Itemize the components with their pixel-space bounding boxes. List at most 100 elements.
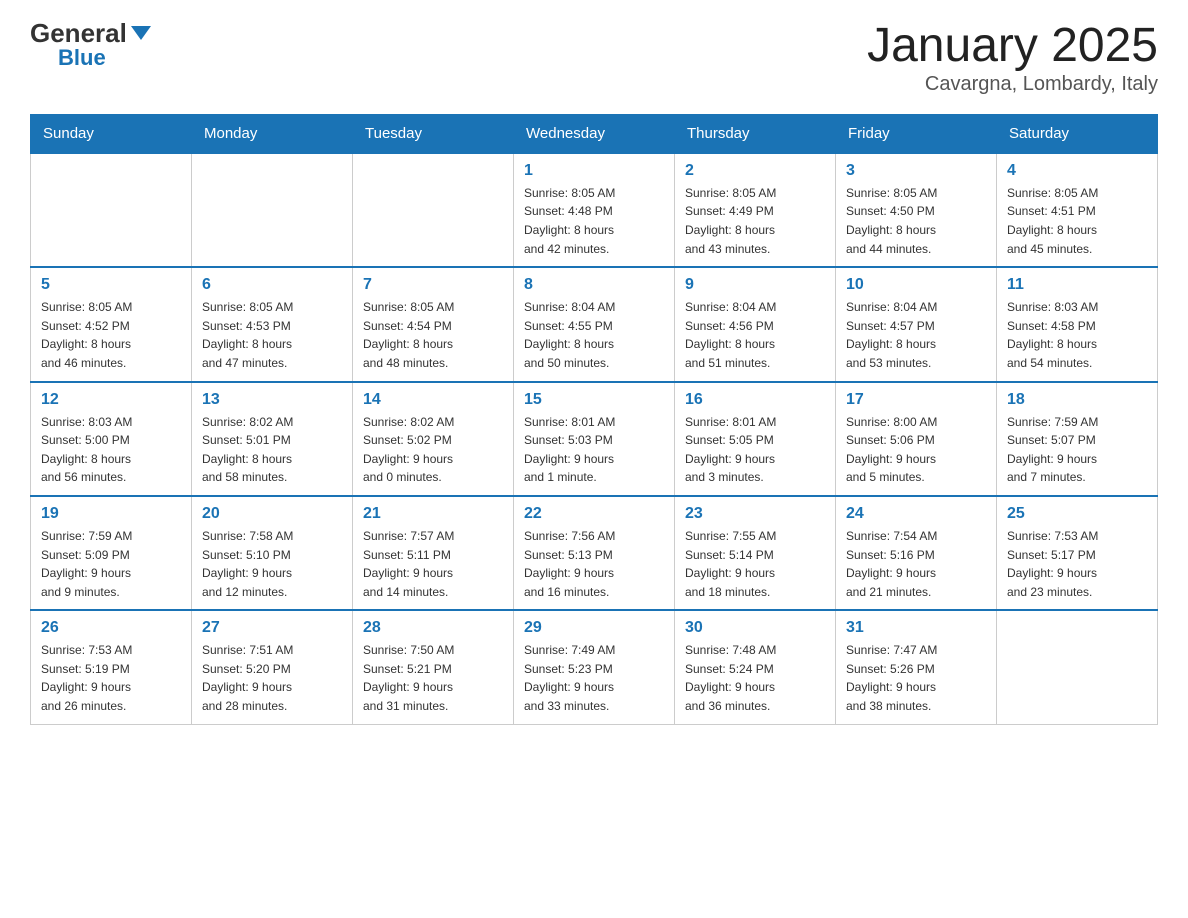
day-number: 11	[1007, 276, 1147, 294]
logo-general-line: General	[30, 20, 151, 47]
calendar-day-cell: 14Sunrise: 8:02 AM Sunset: 5:02 PM Dayli…	[353, 382, 514, 496]
calendar-day-cell: 29Sunrise: 7:49 AM Sunset: 5:23 PM Dayli…	[514, 610, 675, 724]
calendar-day-cell: 16Sunrise: 8:01 AM Sunset: 5:05 PM Dayli…	[675, 382, 836, 496]
day-number: 23	[685, 505, 825, 523]
day-info: Sunrise: 7:50 AM Sunset: 5:21 PM Dayligh…	[363, 641, 503, 715]
calendar-subtitle: Cavargna, Lombardy, Italy	[867, 73, 1158, 96]
day-number: 22	[524, 505, 664, 523]
calendar-week-row: 12 Sunrise: 8:03 AM Sunset: 5:00 PM Dayli…	[31, 382, 1158, 496]
calendar-day-cell	[31, 153, 192, 267]
day-number: 7	[363, 276, 503, 294]
calendar-day-cell: 28 Sunrise: 7:50 AM Sunset: 5:21 PM Dayli…	[353, 610, 514, 724]
calendar-day-cell: 27Sunrise: 7:51 AM Sunset: 5:20 PM Dayli…	[192, 610, 353, 724]
calendar-day-cell	[192, 153, 353, 267]
calendar-day-cell: 15Sunrise: 8:01 AM Sunset: 5:03 PM Dayli…	[514, 382, 675, 496]
calendar-day-cell: 12 Sunrise: 8:03 AM Sunset: 5:00 PM Dayli…	[31, 382, 192, 496]
day-info: Sunrise: 8:03 AM Sunset: 4:58 PM Dayligh…	[1007, 298, 1147, 372]
calendar-day-cell: 10 Sunrise: 8:04 AM Sunset: 4:57 PM Dayli…	[836, 267, 997, 381]
day-number: 16	[685, 391, 825, 409]
day-info: Sunrise: 7:47 AM Sunset: 5:26 PM Dayligh…	[846, 641, 986, 715]
day-number: 24	[846, 505, 986, 523]
calendar-week-row: 26 Sunrise: 7:53 AM Sunset: 5:19 PM Dayli…	[31, 610, 1158, 724]
day-info: Sunrise: 7:49 AM Sunset: 5:23 PM Dayligh…	[524, 641, 664, 715]
page-header: General Blue January 2025 Cavargna, Lomb…	[30, 20, 1158, 96]
day-info: Sunrise: 8:04 AM Sunset: 4:55 PM Dayligh…	[524, 298, 664, 372]
calendar-day-cell: 13 Sunrise: 8:02 AM Sunset: 5:01 PM Dayli…	[192, 382, 353, 496]
calendar-day-cell: 22 Sunrise: 7:56 AM Sunset: 5:13 PM Dayli…	[514, 496, 675, 610]
day-number: 4	[1007, 162, 1147, 180]
day-info: Sunrise: 7:59 AM Sunset: 5:07 PM Dayligh…	[1007, 413, 1147, 487]
day-info: Sunrise: 8:00 AM Sunset: 5:06 PM Dayligh…	[846, 413, 986, 487]
day-number: 17	[846, 391, 986, 409]
calendar-day-cell: 23Sunrise: 7:55 AM Sunset: 5:14 PM Dayli…	[675, 496, 836, 610]
day-info: Sunrise: 8:05 AM Sunset: 4:48 PM Dayligh…	[524, 184, 664, 258]
day-number: 31	[846, 619, 986, 637]
day-number: 12	[41, 391, 181, 409]
day-number: 26	[41, 619, 181, 637]
day-number: 25	[1007, 505, 1147, 523]
day-number: 13	[202, 391, 342, 409]
calendar-day-cell: 3 Sunrise: 8:05 AM Sunset: 4:50 PM Daylig…	[836, 153, 997, 267]
day-info: Sunrise: 8:05 AM Sunset: 4:54 PM Dayligh…	[363, 298, 503, 372]
calendar-day-cell: 9Sunrise: 8:04 AM Sunset: 4:56 PM Daylig…	[675, 267, 836, 381]
calendar-day-cell	[353, 153, 514, 267]
calendar-week-row: 19 Sunrise: 7:59 AM Sunset: 5:09 PM Dayli…	[31, 496, 1158, 610]
day-info: Sunrise: 8:04 AM Sunset: 4:57 PM Dayligh…	[846, 298, 986, 372]
day-info: Sunrise: 7:48 AM Sunset: 5:24 PM Dayligh…	[685, 641, 825, 715]
logo-general-text: General	[30, 18, 151, 48]
calendar-day-cell: 26 Sunrise: 7:53 AM Sunset: 5:19 PM Dayli…	[31, 610, 192, 724]
day-number: 1	[524, 162, 664, 180]
day-of-week-header: Wednesday	[514, 114, 675, 153]
day-info: Sunrise: 8:05 AM Sunset: 4:51 PM Dayligh…	[1007, 184, 1147, 258]
calendar-day-cell: 7 Sunrise: 8:05 AM Sunset: 4:54 PM Daylig…	[353, 267, 514, 381]
calendar-day-cell: 2Sunrise: 8:05 AM Sunset: 4:49 PM Daylig…	[675, 153, 836, 267]
calendar-day-cell: 25Sunrise: 7:53 AM Sunset: 5:17 PM Dayli…	[997, 496, 1158, 610]
day-info: Sunrise: 8:05 AM Sunset: 4:53 PM Dayligh…	[202, 298, 342, 372]
calendar-day-cell: 18 Sunrise: 7:59 AM Sunset: 5:07 PM Dayli…	[997, 382, 1158, 496]
calendar-day-cell: 24 Sunrise: 7:54 AM Sunset: 5:16 PM Dayli…	[836, 496, 997, 610]
calendar-table: SundayMondayTuesdayWednesdayThursdayFrid…	[30, 114, 1158, 725]
calendar-day-cell: 21 Sunrise: 7:57 AM Sunset: 5:11 PM Dayli…	[353, 496, 514, 610]
day-number: 18	[1007, 391, 1147, 409]
day-info: Sunrise: 8:05 AM Sunset: 4:50 PM Dayligh…	[846, 184, 986, 258]
day-number: 21	[363, 505, 503, 523]
calendar-title: January 2025	[867, 20, 1158, 73]
day-of-week-header: Thursday	[675, 114, 836, 153]
day-number: 10	[846, 276, 986, 294]
day-info: Sunrise: 7:54 AM Sunset: 5:16 PM Dayligh…	[846, 527, 986, 601]
calendar-day-cell: 4 Sunrise: 8:05 AM Sunset: 4:51 PM Daylig…	[997, 153, 1158, 267]
calendar-day-cell: 5Sunrise: 8:05 AM Sunset: 4:52 PM Daylig…	[31, 267, 192, 381]
calendar-week-row: 5Sunrise: 8:05 AM Sunset: 4:52 PM Daylig…	[31, 267, 1158, 381]
day-number: 27	[202, 619, 342, 637]
day-number: 3	[846, 162, 986, 180]
logo-blue-text: Blue	[58, 45, 106, 70]
day-number: 30	[685, 619, 825, 637]
calendar-header: SundayMondayTuesdayWednesdayThursdayFrid…	[31, 114, 1158, 153]
day-number: 14	[363, 391, 503, 409]
day-info: Sunrise: 7:59 AM Sunset: 5:09 PM Dayligh…	[41, 527, 181, 601]
day-info: Sunrise: 7:57 AM Sunset: 5:11 PM Dayligh…	[363, 527, 503, 601]
calendar-day-cell: 8 Sunrise: 8:04 AM Sunset: 4:55 PM Daylig…	[514, 267, 675, 381]
day-info: Sunrise: 7:56 AM Sunset: 5:13 PM Dayligh…	[524, 527, 664, 601]
day-number: 8	[524, 276, 664, 294]
day-of-week-header: Saturday	[997, 114, 1158, 153]
day-number: 28	[363, 619, 503, 637]
day-info: Sunrise: 7:58 AM Sunset: 5:10 PM Dayligh…	[202, 527, 342, 601]
logo-triangle-icon	[131, 26, 151, 40]
calendar-day-cell: 11 Sunrise: 8:03 AM Sunset: 4:58 PM Dayli…	[997, 267, 1158, 381]
calendar-day-cell: 17 Sunrise: 8:00 AM Sunset: 5:06 PM Dayli…	[836, 382, 997, 496]
calendar-body: 1 Sunrise: 8:05 AM Sunset: 4:48 PM Daylig…	[31, 153, 1158, 724]
logo-blue-line: Blue	[30, 47, 106, 70]
calendar-day-cell: 19 Sunrise: 7:59 AM Sunset: 5:09 PM Dayli…	[31, 496, 192, 610]
day-number: 6	[202, 276, 342, 294]
day-number: 15	[524, 391, 664, 409]
day-info: Sunrise: 8:05 AM Sunset: 4:49 PM Dayligh…	[685, 184, 825, 258]
calendar-day-cell: 6 Sunrise: 8:05 AM Sunset: 4:53 PM Daylig…	[192, 267, 353, 381]
day-number: 19	[41, 505, 181, 523]
day-number: 5	[41, 276, 181, 294]
calendar-day-cell: 1 Sunrise: 8:05 AM Sunset: 4:48 PM Daylig…	[514, 153, 675, 267]
day-info: Sunrise: 7:53 AM Sunset: 5:19 PM Dayligh…	[41, 641, 181, 715]
day-info: Sunrise: 8:02 AM Sunset: 5:01 PM Dayligh…	[202, 413, 342, 487]
day-info: Sunrise: 8:03 AM Sunset: 5:00 PM Dayligh…	[41, 413, 181, 487]
title-block: January 2025 Cavargna, Lombardy, Italy	[867, 20, 1158, 96]
